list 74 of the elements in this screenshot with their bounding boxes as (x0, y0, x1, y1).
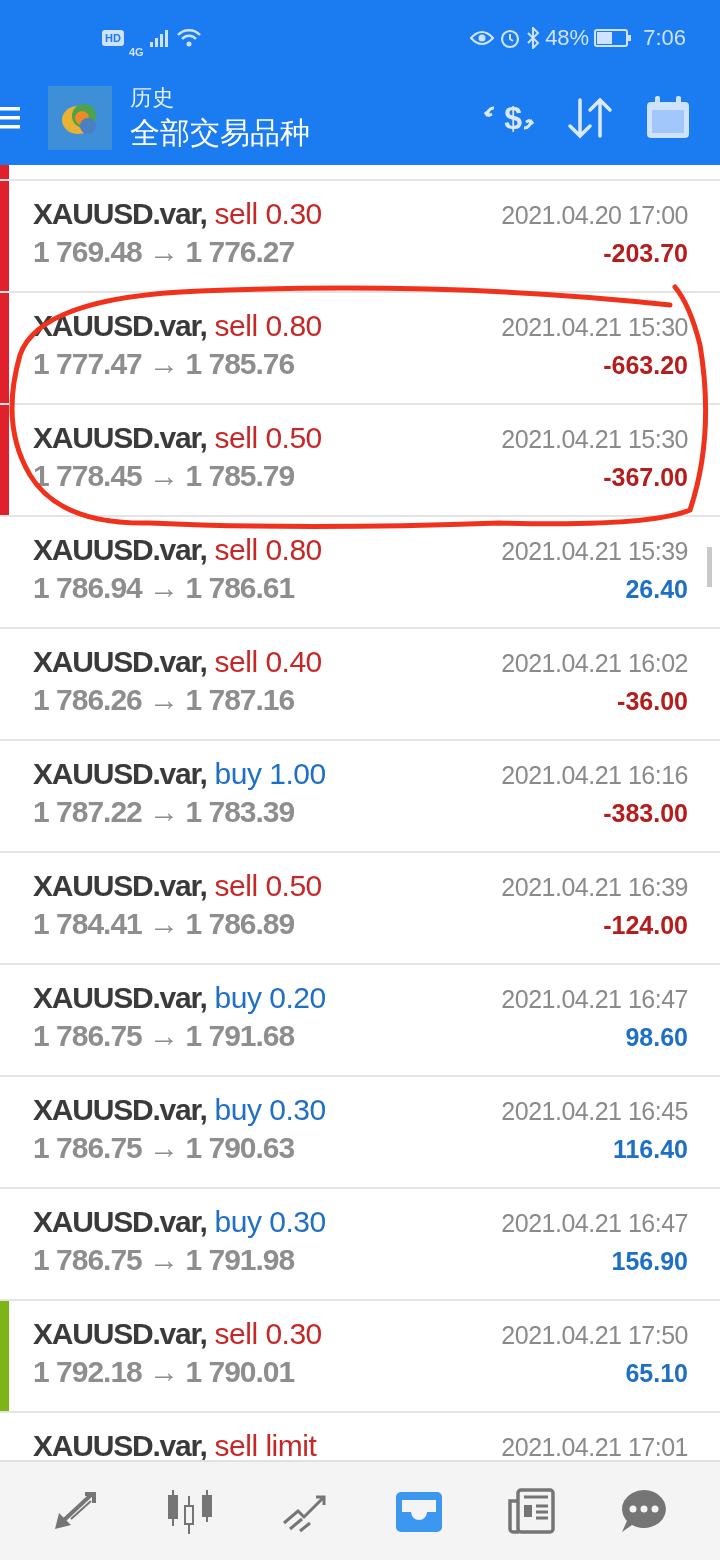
profit-value: 65.10 (625, 1359, 688, 1388)
profit-value: 98.60 (625, 1023, 688, 1052)
symbol-name: XAUUSD.var, (33, 645, 207, 679)
subtitle: 历史 (130, 83, 175, 112)
symbol-name: XAUUSD.var, (33, 533, 207, 567)
profit-value: 26.40 (625, 575, 688, 604)
trade-time: 2021.04.21 17:01 (501, 1433, 688, 1460)
trade-time: 2021.04.21 15:30 (501, 313, 688, 342)
order-type: buy 1.00 (214, 757, 326, 791)
order-type: sell 0.40 (214, 645, 322, 679)
price-range: 1 786.75 → 1 791.68 (33, 1019, 295, 1053)
profit-value: -663.20 (603, 351, 688, 380)
clock-time: 7:06 (643, 25, 686, 51)
trade-time: 2021.04.21 17:50 (501, 1321, 688, 1350)
order-type: sell 0.50 (214, 421, 322, 455)
trade-time: 2021.04.21 16:45 (501, 1097, 688, 1126)
signal-icon (148, 28, 171, 48)
trade-time: 2021.04.20 17:00 (501, 201, 688, 230)
order-type: sell 0.50 (214, 869, 322, 903)
order-type: sell limit (214, 1429, 317, 1460)
page-title: 全部交易品种 (130, 114, 311, 151)
symbol-name: XAUUSD.var, (33, 421, 207, 455)
symbol-name: XAUUSD.var, (33, 869, 207, 903)
price-range: 1 786.26 → 1 787.16 (33, 683, 295, 717)
trade-time: 2021.04.21 16:47 (501, 1209, 688, 1238)
order-type: buy 0.20 (214, 981, 326, 1015)
currency-exchange-symbol[interactable]: $ (504, 99, 522, 137)
row-marker (0, 165, 9, 179)
newspaper-icon (506, 1487, 557, 1535)
profit-value: -124.00 (603, 911, 688, 940)
price-range: 1 777.47 → 1 785.76 (33, 347, 295, 381)
symbol-name: XAUUSD.var, (33, 981, 207, 1015)
symbol-name: XAUUSD.var, (33, 197, 207, 231)
eye-icon (470, 29, 495, 47)
price-range: 1 769.48 → 1 776.27 (33, 235, 295, 269)
hd-badge: HD (102, 30, 124, 46)
price-range: 1 784.41 → 1 786.89 (33, 907, 295, 941)
symbol-name: XAUUSD.var, (33, 1429, 207, 1460)
symbol-name: XAUUSD.var, (33, 1205, 207, 1239)
trade-time: 2021.04.21 16:16 (501, 761, 688, 790)
trade-time: 2021.04.21 16:39 (501, 873, 688, 902)
bluetooth-icon (526, 27, 541, 49)
wifi-icon (175, 28, 202, 48)
scrollbar (707, 547, 712, 587)
price-range: 1 786.75 → 1 791.98 (33, 1243, 295, 1277)
app-logo-icon (48, 86, 112, 150)
profit-value: -36.00 (617, 687, 688, 716)
order-type: buy 0.30 (214, 1205, 326, 1239)
network-type: 4G (128, 46, 144, 58)
alarm-icon (499, 27, 522, 49)
trade-time: 2021.04.21 15:30 (501, 425, 688, 454)
trade-time: 2021.04.21 15:39 (501, 537, 688, 566)
symbol-name: XAUUSD.var, (33, 757, 207, 791)
trade-time: 2021.04.21 16:02 (501, 649, 688, 678)
symbol-name: XAUUSD.var, (33, 1093, 207, 1127)
profit-value: -383.00 (603, 799, 688, 828)
price-range: 1 786.75 → 1 790.63 (33, 1131, 295, 1165)
profit-value: -203.70 (603, 239, 688, 268)
order-type: sell 0.80 (214, 533, 322, 567)
profit-value: 116.40 (612, 1135, 688, 1164)
order-type: sell 0.30 (214, 197, 322, 231)
order-type: sell 0.30 (214, 1317, 322, 1351)
price-range: 1 787.22 → 1 783.39 (33, 795, 295, 829)
profit-value: 156.90 (611, 1247, 688, 1276)
battery-percent: 48% (545, 25, 590, 51)
price-range: 1 792.18 → 1 790.01 (33, 1355, 295, 1389)
symbol-name: XAUUSD.var, (33, 1317, 207, 1351)
battery-icon (594, 28, 633, 48)
profit-value: -367.00 (603, 463, 688, 492)
price-range: 1 786.94 → 1 786.61 (33, 571, 295, 605)
trade-time: 2021.04.21 16:47 (501, 985, 688, 1014)
order-type: buy 0.30 (214, 1093, 326, 1127)
order-type: sell 0.80 (214, 309, 322, 343)
menu-icon[interactable] (0, 105, 20, 131)
